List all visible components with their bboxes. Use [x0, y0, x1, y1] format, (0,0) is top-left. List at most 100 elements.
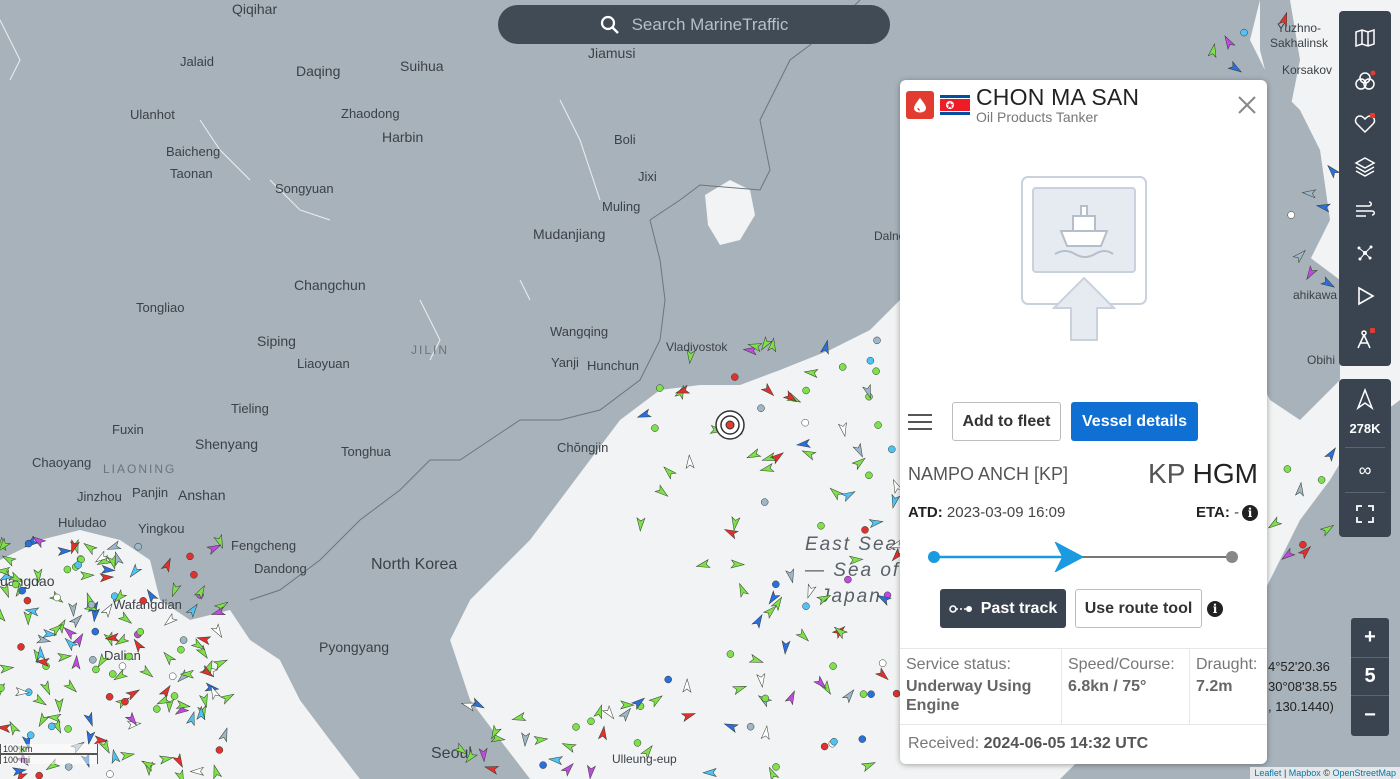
vessel-marker[interactable]	[1317, 476, 1326, 484]
vessel-marker[interactable]	[867, 690, 875, 698]
heart-icon[interactable]	[1339, 102, 1391, 145]
vessel-marker[interactable]	[26, 731, 35, 739]
vessel-marker[interactable]	[872, 367, 880, 375]
vessel-marker[interactable]	[664, 675, 672, 684]
vessel-marker[interactable]	[136, 628, 145, 636]
vessel-marker[interactable]	[186, 552, 194, 561]
leaflet-link[interactable]: Leaflet	[1254, 768, 1281, 778]
osm-link[interactable]: OpenStreetMap	[1332, 768, 1396, 778]
vessel-marker[interactable]	[92, 665, 100, 674]
vessel-marker[interactable]	[64, 725, 72, 733]
vessel-marker[interactable]	[838, 363, 847, 371]
vessel-marker[interactable]	[859, 690, 868, 698]
vessel-marker[interactable]	[760, 498, 769, 506]
vessel-marker[interactable]	[865, 471, 873, 480]
play-icon[interactable]	[1339, 274, 1391, 317]
vessel-marker[interactable]	[874, 421, 882, 429]
vessel-marker[interactable]	[1240, 28, 1248, 37]
vessel-marker[interactable]	[888, 445, 896, 454]
vessel-marker[interactable]	[651, 424, 659, 432]
vessel-marker[interactable]	[802, 602, 810, 610]
vessel-marker[interactable]	[11, 580, 20, 589]
vessel-marker[interactable]	[587, 717, 595, 726]
vessel-marker[interactable]	[91, 627, 100, 636]
route-tool-info-icon[interactable]: i	[1207, 601, 1223, 617]
vessel-marker[interactable]	[24, 539, 33, 548]
vessel-marker[interactable]	[829, 662, 837, 670]
vessel-marker[interactable]	[1287, 211, 1295, 219]
selected-vessel-target[interactable]	[715, 410, 745, 440]
vessel-marker[interactable]	[89, 656, 97, 664]
vessel-marker[interactable]	[168, 672, 177, 681]
vessel-marker[interactable]	[118, 662, 127, 670]
vessel-marker[interactable]	[802, 386, 810, 395]
vessel-marker[interactable]	[87, 600, 96, 609]
zoom-out-button[interactable]: −	[1351, 696, 1389, 735]
vessel-marker[interactable]	[35, 771, 43, 779]
filters-icon[interactable]	[1339, 59, 1391, 102]
hamburger-icon[interactable]	[908, 412, 932, 432]
vessel-marker[interactable]	[215, 746, 224, 754]
vessel-marker[interactable]	[656, 384, 664, 392]
infinity-button[interactable]: ∞	[1339, 449, 1391, 492]
use-route-tool-button[interactable]: Use route tool	[1075, 589, 1202, 628]
vessel-marker[interactable]	[134, 542, 142, 551]
vessel-marker[interactable]	[539, 761, 547, 769]
vessel-marker[interactable]	[18, 586, 26, 595]
vessel-marker[interactable]	[873, 336, 881, 345]
vessel-marker[interactable]	[746, 722, 755, 731]
vessel-marker[interactable]	[731, 373, 739, 381]
vessel-marker[interactable]	[177, 645, 185, 654]
vessel-marker[interactable]	[757, 404, 765, 412]
vessel-marker[interactable]	[1283, 465, 1292, 473]
vessel-marker[interactable]	[64, 763, 73, 771]
vessel-marker[interactable]	[53, 593, 61, 602]
vessel-marker[interactable]	[830, 737, 838, 746]
vessel-marker[interactable]	[633, 739, 642, 747]
density-icon[interactable]	[1339, 231, 1391, 274]
mapbox-link[interactable]: Mapbox	[1289, 768, 1321, 778]
vessel-marker[interactable]	[47, 722, 56, 731]
eta-info-icon[interactable]: i	[1242, 505, 1258, 521]
vessel-marker[interactable]	[17, 643, 25, 651]
layers-icon[interactable]	[1339, 145, 1391, 188]
vessel-marker[interactable]	[121, 697, 129, 706]
vessel-marker[interactable]	[125, 652, 133, 661]
vessel-marker[interactable]	[109, 670, 117, 678]
vessel-marker[interactable]	[74, 561, 82, 569]
vessel-marker[interactable]	[861, 526, 869, 534]
wind-icon[interactable]	[1339, 188, 1391, 231]
vessel-marker[interactable]	[761, 694, 770, 703]
vessel-marker[interactable]	[817, 522, 825, 530]
vessel-marker[interactable]	[170, 692, 179, 700]
zoom-in-button[interactable]: +	[1351, 618, 1389, 657]
vessel-marker[interactable]	[139, 597, 147, 605]
compass-icon[interactable]	[1339, 379, 1391, 419]
vessel-marker[interactable]	[772, 580, 780, 589]
vessel-marker[interactable]	[820, 742, 829, 751]
vessel-marker[interactable]	[63, 565, 72, 574]
vessel-photo-placeholder-icon[interactable]	[1021, 176, 1147, 342]
vessel-marker[interactable]	[179, 636, 188, 644]
close-icon[interactable]	[1236, 94, 1258, 116]
vessel-marker[interactable]	[866, 356, 875, 365]
vessel-marker[interactable]	[153, 705, 161, 713]
vessel-marker[interactable]	[801, 418, 809, 427]
vessel-marker[interactable]	[23, 596, 32, 605]
vessel-marker[interactable]	[190, 571, 198, 579]
vessel-marker[interactable]	[1299, 540, 1307, 549]
vessel-marker[interactable]	[878, 659, 887, 667]
map-icon[interactable]	[1339, 16, 1391, 59]
vessel-marker[interactable]	[772, 763, 780, 771]
vessel-details-button[interactable]: Vessel details	[1071, 402, 1198, 441]
add-to-fleet-button[interactable]: Add to fleet	[952, 402, 1061, 441]
measure-icon[interactable]	[1339, 317, 1391, 360]
vessel-marker[interactable]	[844, 575, 852, 584]
fullscreen-icon[interactable]	[1339, 492, 1391, 535]
vessel-marker[interactable]	[726, 650, 735, 658]
vessel-marker[interactable]	[105, 693, 114, 701]
past-track-button[interactable]: Past track	[940, 589, 1066, 628]
search-bar[interactable]: Search MarineTraffic	[498, 5, 890, 44]
vessel-marker[interactable]	[858, 735, 867, 743]
vessel-marker[interactable]	[106, 770, 114, 778]
